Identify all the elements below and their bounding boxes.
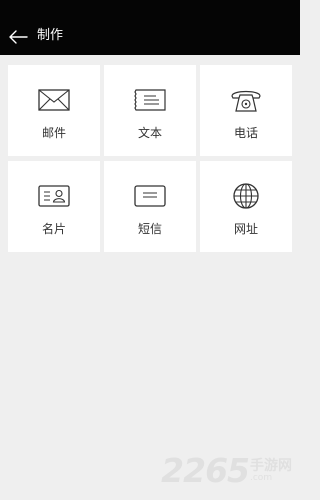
tile-sms[interactable]: 短信 <box>104 161 196 252</box>
tile-phone[interactable]: 电话 <box>200 65 292 156</box>
tile-label: 文本 <box>137 126 162 140</box>
tile-label: 邮件 <box>41 126 66 140</box>
tile-label: 电话 <box>233 126 258 140</box>
tile-email[interactable]: 邮件 <box>8 65 100 156</box>
tile-text[interactable]: 文本 <box>104 65 196 156</box>
tile-business-card[interactable]: 名片 <box>8 161 100 252</box>
telephone-icon <box>229 86 263 114</box>
sms-message-icon <box>133 182 167 210</box>
tile-label: 短信 <box>137 222 162 236</box>
back-button[interactable] <box>6 25 30 49</box>
tile-label: 网址 <box>233 222 258 236</box>
watermark-text: 手游网 <box>250 457 292 474</box>
watermark-text-block: 手游网 .com <box>250 459 292 483</box>
arrow-left-icon <box>9 30 28 44</box>
text-note-icon <box>133 86 167 114</box>
create-options-grid: 邮件 文本 电话 名片 短信 网址 <box>8 65 292 252</box>
watermark: 2265 手游网 .com <box>161 451 292 490</box>
globe-icon <box>229 182 263 210</box>
watermark-sub: .com <box>250 472 273 483</box>
envelope-icon <box>37 86 71 114</box>
tile-url[interactable]: 网址 <box>200 161 292 252</box>
watermark-number: 2265 <box>161 451 250 490</box>
tile-label: 名片 <box>41 222 66 236</box>
top-bar: 制作 <box>0 0 300 55</box>
page-title: 制作 <box>37 28 64 43</box>
contact-card-icon <box>37 182 71 210</box>
